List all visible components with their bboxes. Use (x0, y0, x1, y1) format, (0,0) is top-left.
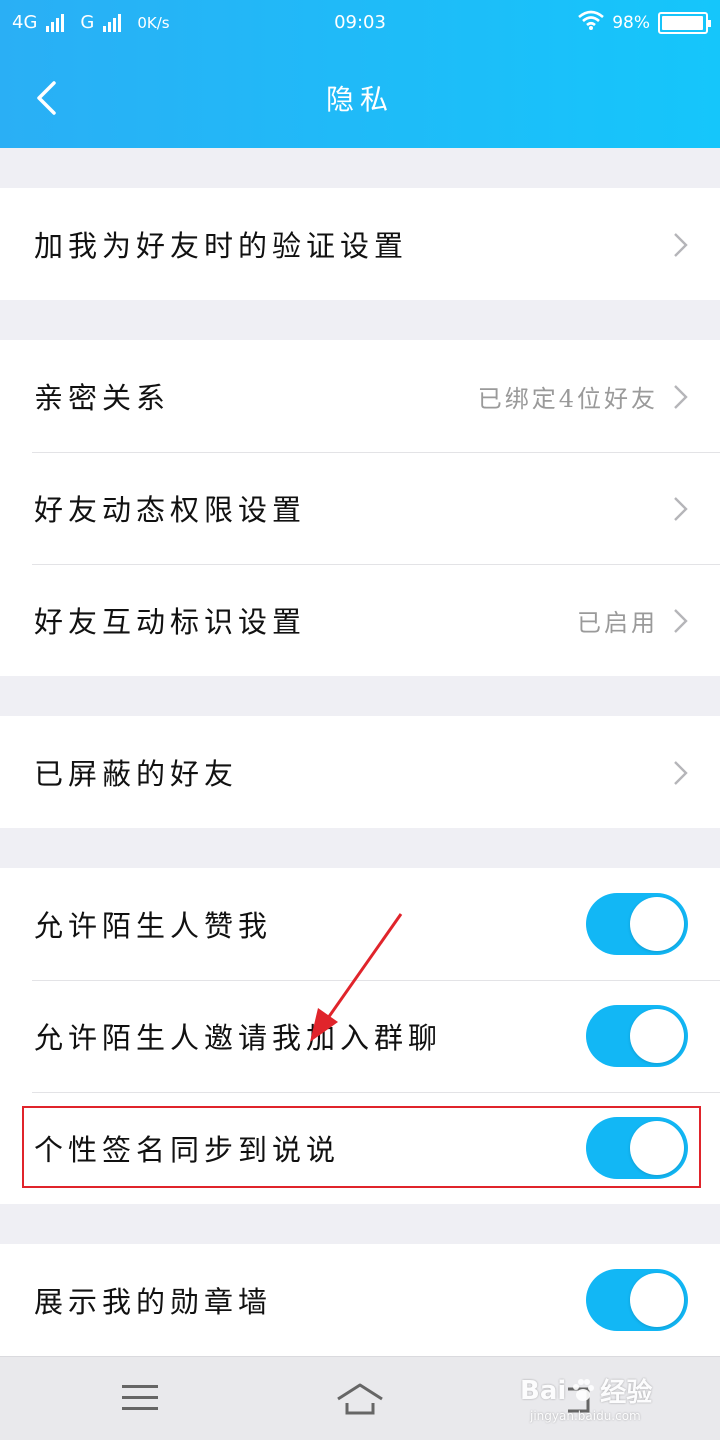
row-friend-verification[interactable]: 加我为好友时的验证设置 (0, 188, 720, 300)
settings-group-friends: 亲密关系 已绑定4位好友 好友动态权限设置 好友互动标识设置 已启用 (0, 340, 720, 676)
page-title: 隐私 (325, 83, 394, 116)
row-intimate-relationship[interactable]: 亲密关系 已绑定4位好友 (0, 340, 720, 452)
row-friend-feed-permissions[interactable]: 好友动态权限设置 (0, 452, 720, 564)
toggle-switch[interactable] (586, 1005, 688, 1067)
row-value: 已启用 (577, 608, 658, 637)
row-label: 亲密关系 (34, 381, 171, 415)
row-allow-stranger-likes: 允许陌生人赞我 (0, 868, 720, 980)
watermark-url: jingyan.baidu.com (530, 1409, 641, 1423)
chevron-right-icon (674, 233, 688, 257)
toggle-switch[interactable] (586, 893, 688, 955)
row-value: 已绑定4位好友 (477, 384, 658, 413)
battery-icon (658, 11, 711, 34)
row-label: 好友动态权限设置 (34, 493, 307, 527)
row-label: 已屏蔽的好友 (34, 757, 239, 791)
chevron-left-icon (37, 81, 56, 115)
row-show-medal-wall: 展示我的勋章墙 (0, 1244, 720, 1356)
watermark: Bai 经验 jingyan.baidu.com (520, 1372, 680, 1432)
settings-group-medals: 展示我的勋章墙 (0, 1244, 720, 1356)
toggle-knob (630, 1273, 684, 1327)
chevron-right-icon (674, 761, 688, 785)
back-button[interactable] (20, 70, 72, 126)
wifi-icon (578, 10, 605, 35)
status-bar: 4G G 0K/s 09:03 98% (0, 0, 720, 48)
menu-icon[interactable] (122, 1385, 158, 1413)
settings-group-verification: 加我为好友时的验证设置 (0, 188, 720, 300)
chevron-right-icon (674, 609, 688, 633)
paw-icon (573, 1378, 595, 1401)
chevron-right-icon (674, 385, 688, 409)
toggle-knob (630, 1009, 684, 1063)
watermark-brand: Bai (520, 1375, 567, 1406)
watermark-suffix: 经验 (600, 1378, 653, 1408)
home-icon[interactable] (335, 1379, 385, 1419)
chevron-right-icon (674, 497, 688, 521)
row-label: 展示我的勋章墙 (34, 1285, 273, 1319)
row-allow-stranger-group-invites: 允许陌生人邀请我加入群聊 (0, 980, 720, 1092)
row-label: 好友互动标识设置 (34, 605, 307, 639)
battery-percent: 98% (612, 12, 650, 33)
row-blocked-friends[interactable]: 已屏蔽的好友 (0, 716, 720, 828)
settings-group-blocked: 已屏蔽的好友 (0, 716, 720, 828)
row-label: 允许陌生人赞我 (34, 909, 273, 943)
annotation-highlight-box (22, 1106, 701, 1188)
row-label: 加我为好友时的验证设置 (34, 229, 409, 263)
navigation-bar: 隐私 (0, 48, 720, 148)
row-label: 允许陌生人邀请我加入群聊 (34, 1021, 443, 1055)
toggle-switch[interactable] (586, 1269, 688, 1331)
row-friend-interaction-badges[interactable]: 好友互动标识设置 已启用 (0, 564, 720, 676)
toggle-knob (630, 897, 684, 951)
